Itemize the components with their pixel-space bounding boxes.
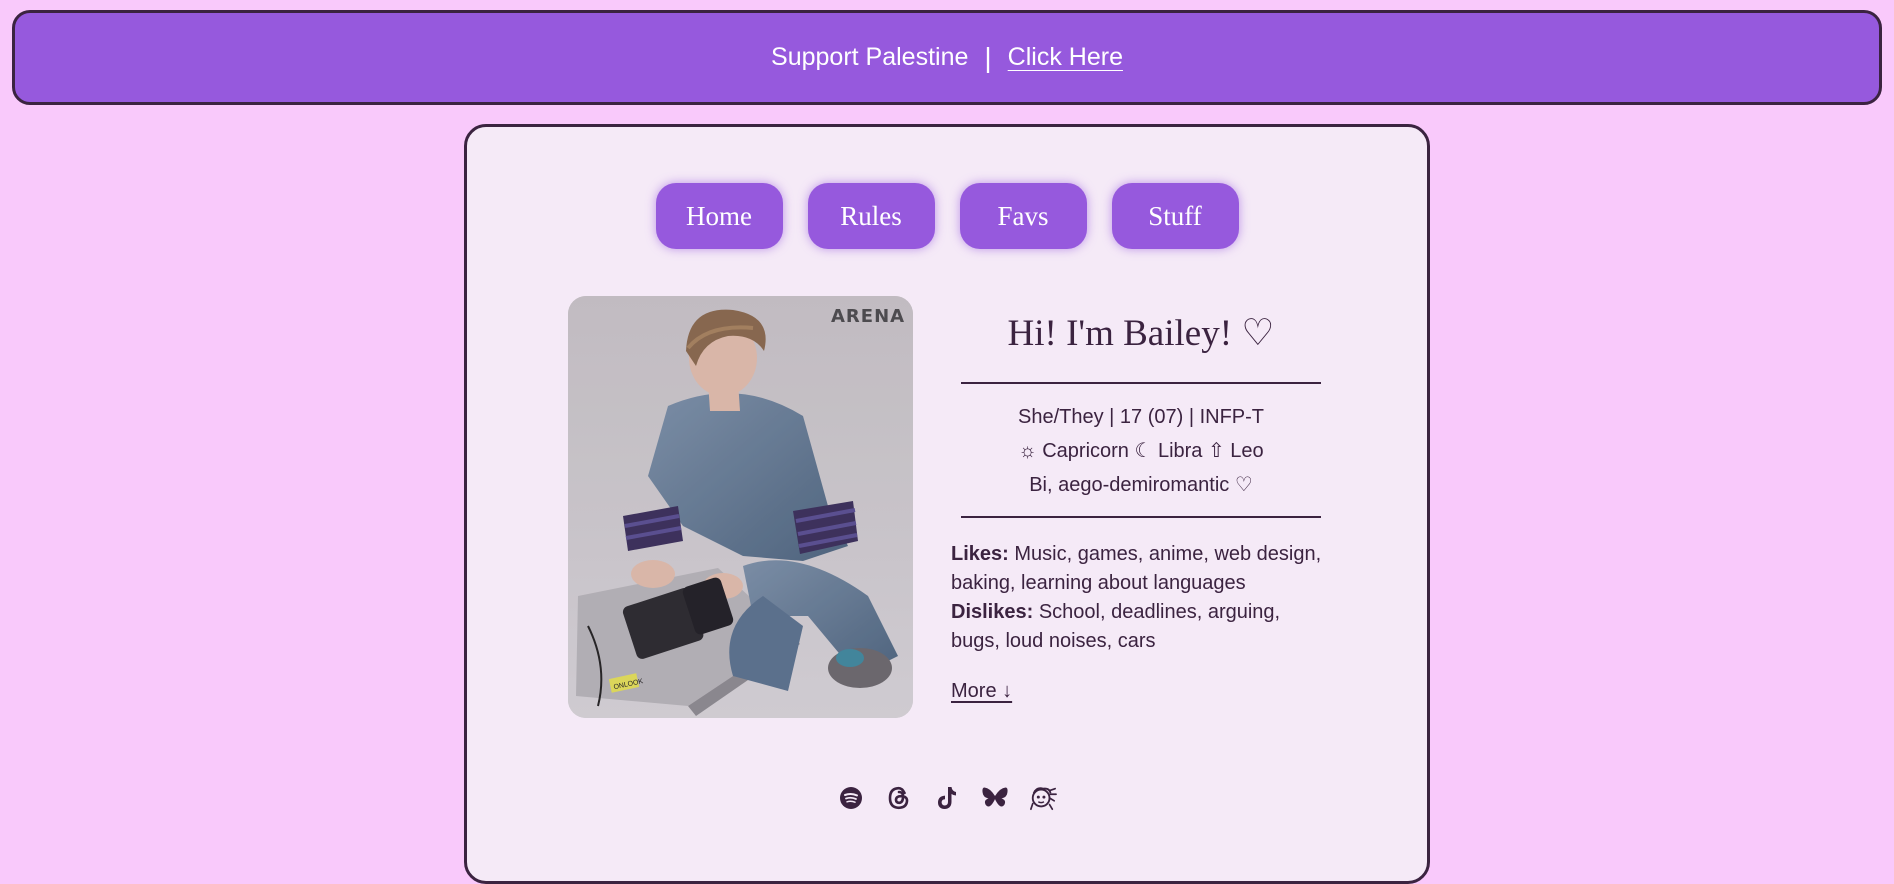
- profile-info: Hi! I'm Bailey! ♡ She/They | 17 (07) | I…: [951, 296, 1331, 703]
- profile-card: Home Rules Favs Stuff ONLOOK ARENA Hi! I…: [464, 124, 1430, 884]
- spotify-icon[interactable]: [837, 784, 865, 812]
- main-nav: Home Rules Favs Stuff: [467, 183, 1427, 249]
- orientation: Bi, aego-demiromantic ♡: [1029, 474, 1253, 496]
- profile-greeting: Hi! I'm Bailey! ♡: [1007, 313, 1275, 354]
- dislikes-label: Dislikes:: [951, 601, 1034, 623]
- likes-label: Likes:: [951, 543, 1009, 565]
- divider: [961, 382, 1321, 384]
- divider: [961, 516, 1321, 518]
- nav-rules-button[interactable]: Rules: [807, 183, 935, 249]
- astrology-signs: ☼ Capricorn ☾ Libra ⇧ Leo: [1018, 440, 1264, 462]
- profile-facts: She/They | 17 (07) | INFP-T ☼ Capricorn …: [951, 400, 1331, 502]
- bluesky-icon[interactable]: [981, 784, 1009, 812]
- banner-separator: |: [984, 41, 992, 73]
- threads-icon[interactable]: [885, 784, 913, 812]
- likes-row: Likes: Music, games, anime, web design, …: [951, 540, 1331, 598]
- banner-link[interactable]: Click Here: [1008, 43, 1123, 72]
- banner-text: Support Palestine: [771, 43, 969, 71]
- nav-home-button[interactable]: Home: [655, 183, 783, 249]
- nav-favs-button[interactable]: Favs: [959, 183, 1087, 249]
- profile-photo: ONLOOK ARENA: [568, 296, 913, 718]
- nav-stuff-button[interactable]: Stuff: [1111, 183, 1239, 249]
- social-links: [467, 784, 1427, 812]
- more-link[interactable]: More ↓: [951, 680, 1012, 703]
- character-icon[interactable]: [1029, 784, 1057, 812]
- likes-dislikes: Likes: Music, games, anime, web design, …: [951, 540, 1331, 656]
- dislikes-row: Dislikes: School, deadlines, arguing, bu…: [951, 598, 1331, 656]
- pronouns-age-type: She/They | 17 (07) | INFP-T: [1017, 406, 1265, 428]
- tiktok-icon[interactable]: [933, 784, 961, 812]
- announcement-banner: Support Palestine | Click Here: [12, 10, 1882, 105]
